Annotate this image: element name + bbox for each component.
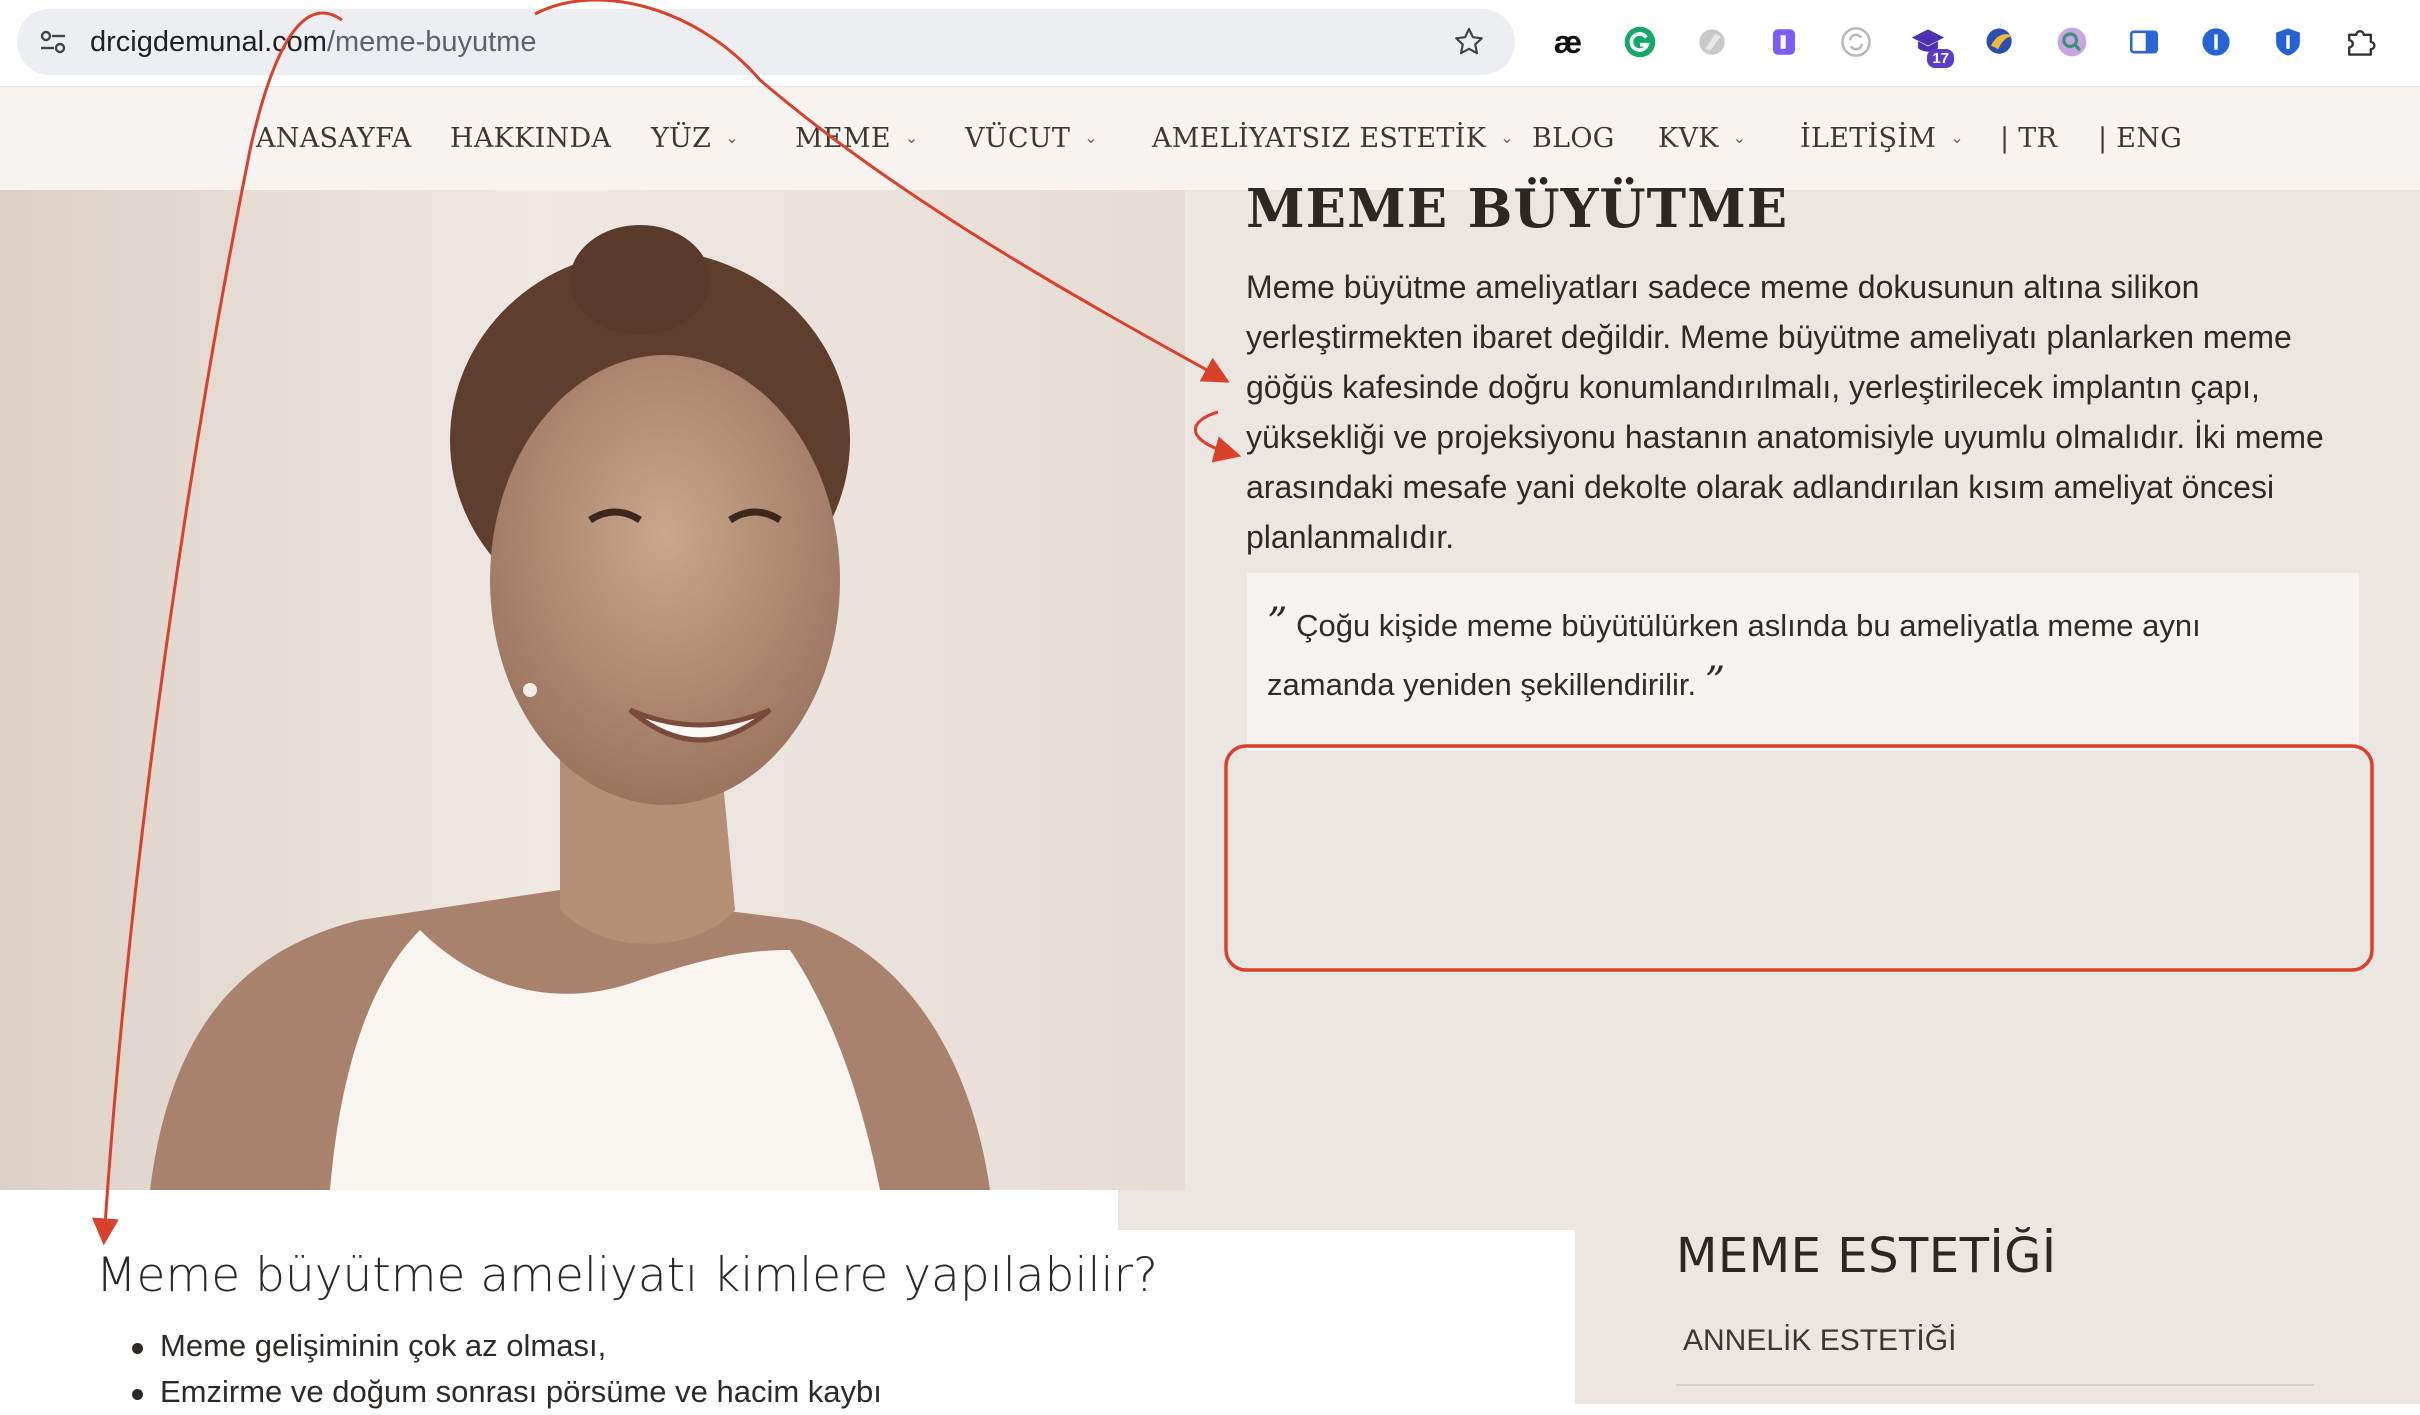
ae-extension-icon[interactable]: æ [1548,22,1588,62]
extensions-puzzle-icon[interactable] [2340,22,2380,62]
url-domain: drcigdemunal.com [90,26,327,58]
url-path: /meme-buyutme [326,26,537,58]
nav-item-ameliyatsiz-estetik[interactable]: AMELİYATSIZ ESTETİK ⌄ [1152,87,1514,190]
site-settings-icon[interactable] [37,26,69,58]
section-title: Meme büyütme ameliyatı kimlere yapılabil… [96,1248,1158,1303]
bookmark-star-icon[interactable] [1453,26,1485,58]
quote-text: Çoğu kişide meme büyütülürken aslında bu… [1267,608,2201,702]
content-strip [1118,1190,1575,1230]
hero-title: MEME BÜYÜTME [1246,178,1789,240]
chevron-down-icon: ⌄ [904,128,919,147]
bird-extension-icon[interactable] [1980,22,2020,62]
nav-item-hakkinda[interactable]: HAKKINDA [450,87,611,190]
purple-bookmark-extension-icon[interactable] [1764,22,1804,62]
chevron-down-icon: ⌄ [1732,128,1747,147]
quote: ” Çoğu kişide meme büyütülürken aslında … [1267,595,2327,713]
nav-item-vucut[interactable]: VÜCUT ⌄ [965,87,1098,190]
info-extension-icon[interactable] [2196,22,2236,62]
chevron-down-icon: ⌄ [1950,128,1964,147]
grammarly-extension-icon[interactable] [1620,22,1660,62]
gray-extension-icon[interactable] [1692,22,1732,62]
nav-label: İLETİŞİM [1800,123,1937,154]
nav-label: | TR [2000,123,2058,154]
browser-toolbar: drcigdemunal.com/meme-buyutme æ 17 [0,0,2420,87]
nav-item-iletisim[interactable]: İLETİŞİM ⌄ [1800,87,1964,190]
nav-label: | ENG [2098,123,2183,154]
sidebar-link-annelik-estetigi[interactable]: ANNELİK ESTETİĞİ [1683,1324,1956,1358]
chevron-down-icon: ⌄ [725,128,739,147]
sidebar-title: MEME ESTETİĞİ [1676,1228,2057,1284]
site-navigation: ANASAYFA HAKKINDA YÜZ ⌄ MEME ⌄ VÜCUT ⌄ AMEL… [0,87,2420,191]
sync-extension-icon[interactable] [1836,22,1876,62]
address-bar[interactable]: drcigdemunal.com/meme-buyutme [17,9,1515,75]
url-text[interactable]: drcigdemunal.com/meme-buyutme [90,9,536,75]
ae-extension-label: æ [1553,23,1583,60]
extension-badge: 17 [1927,49,1954,68]
nav-label: BLOG [1532,123,1615,154]
bullet-list: Meme gelişiminin çok az olması, Emzirme … [132,1323,882,1415]
hero-description: Meme büyütme ameliyatları sadece meme do… [1246,269,2324,555]
hero-woman-photo [0,190,1185,1190]
nav-label: VÜCUT [965,123,1071,154]
sidebar-divider [1676,1384,2314,1386]
chevron-down-icon: ⌄ [1500,128,1514,147]
nav-item-meme[interactable]: MEME ⌄ [795,87,919,190]
graduation-extension-icon[interactable]: 17 [1908,22,1954,68]
nav-item-kvk[interactable]: KVK ⌄ [1658,87,1746,190]
nav-item-eng[interactable]: | ENG [2098,87,2182,190]
quote-close-icon: ” [1704,659,1726,705]
nav-label: KVK [1658,123,1719,154]
quote-box: ” Çoğu kişide meme büyütülürken aslında … [1247,573,2359,751]
list-item: Emzirme ve doğum sonrası pörsüme ve haci… [132,1369,882,1415]
quote-open-icon: ” [1267,600,1288,646]
nav-item-yuz[interactable]: YÜZ ⌄ [651,87,739,190]
nav-label: HAKKINDA [450,123,612,154]
nav-item-blog[interactable]: BLOG [1532,87,1615,190]
search-lens-extension-icon[interactable] [2052,22,2092,62]
shield-extension-icon[interactable] [2268,22,2308,62]
nav-item-tr[interactable]: | TR [2000,87,2057,190]
sidebar [1575,1190,2420,1404]
list-item: Meme gelişiminin çok az olması, [132,1323,882,1369]
chevron-down-icon: ⌄ [1084,128,1098,147]
nav-label: ANASAYFA [256,123,412,154]
nav-label: MEME [795,123,891,154]
nav-label: YÜZ [651,123,712,154]
nav-item-anasayfa[interactable]: ANASAYFA [256,87,412,190]
nav-label: AMELİYATSIZ ESTETİK [1152,123,1487,154]
sidebar-panel-extension-icon[interactable] [2124,22,2164,62]
